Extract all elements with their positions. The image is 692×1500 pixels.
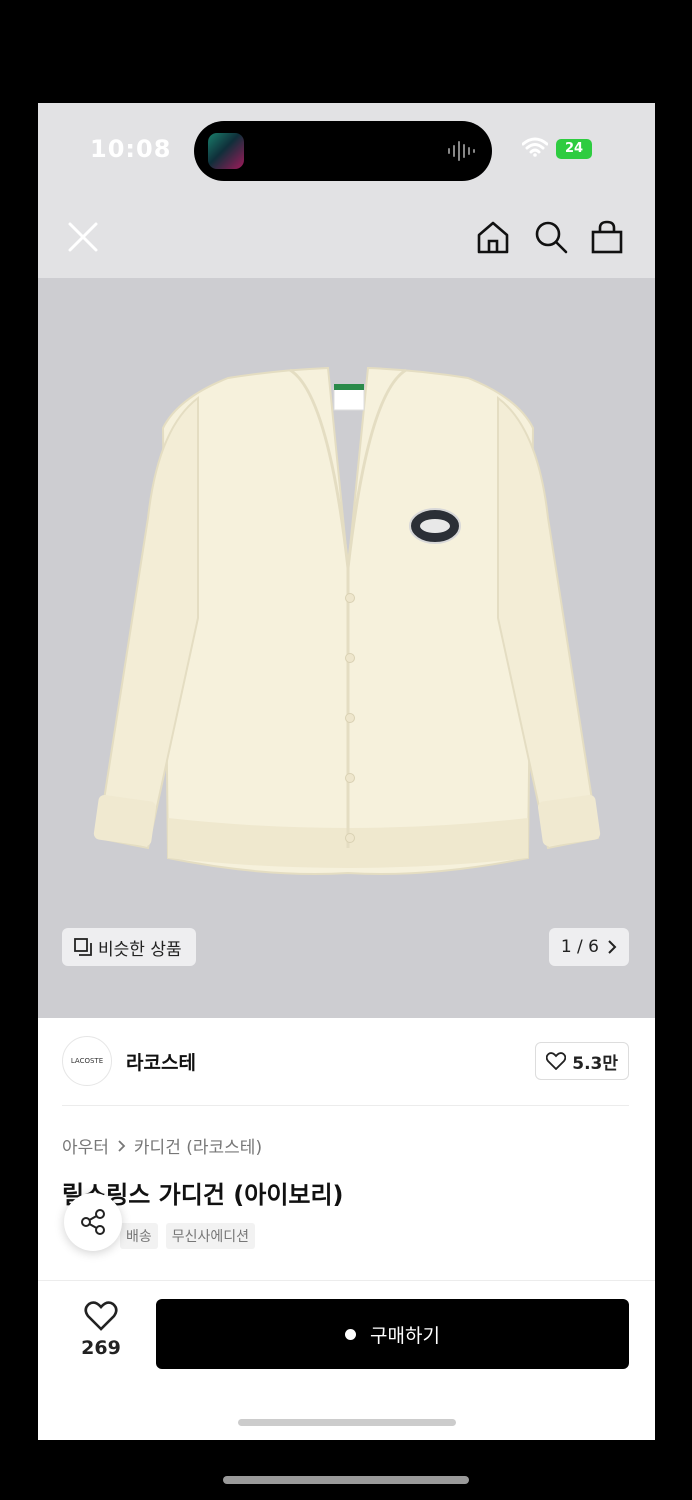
chevron-right-icon: [608, 940, 617, 954]
battery-indicator: 24: [556, 139, 592, 159]
brand-logo-text: LACOSTE: [70, 1057, 104, 1065]
search-icon[interactable]: [532, 218, 570, 256]
breadcrumb: 아우터 카디건 (라코스테): [62, 1133, 262, 1158]
heart-icon: [84, 1301, 118, 1331]
audio-wave-icon: [448, 141, 475, 161]
similar-products-button[interactable]: 비슷한 상품: [62, 928, 196, 966]
shopping-bag-icon[interactable]: [588, 218, 626, 256]
gallery-page-indicator[interactable]: 1 / 6: [548, 928, 629, 966]
phone-screen: 10:08 24 비슷한 상품 1 / 6 LACOSTE 라코스테 5.3만 …: [38, 103, 655, 1440]
share-button[interactable]: [64, 1193, 122, 1251]
home-icon[interactable]: [474, 218, 512, 256]
page-counter: 1 / 6: [560, 937, 599, 957]
product-image-gallery[interactable]: 비슷한 상품 1 / 6: [38, 278, 655, 1018]
dot-icon: [345, 1328, 357, 1340]
outer-home-indicator: [223, 1476, 469, 1484]
app-icon: [208, 133, 244, 169]
breadcrumb-item[interactable]: 아우터: [62, 1133, 109, 1158]
brand-logo[interactable]: LACOSTE: [62, 1036, 112, 1086]
home-indicator[interactable]: [238, 1419, 456, 1426]
cardigan-image: [93, 366, 601, 875]
chevron-right-icon: [118, 1139, 126, 1152]
tag: 무신사에디션: [165, 1223, 256, 1249]
brand-like-button[interactable]: 5.3만: [535, 1042, 629, 1080]
bottom-action-bar: 269 구매하기: [38, 1280, 655, 1440]
status-time: 10:08: [90, 135, 172, 163]
similar-icon: [74, 938, 92, 956]
buy-button[interactable]: 구매하기: [156, 1299, 629, 1369]
brand-like-count: 5.3만: [572, 1053, 618, 1074]
wifi-icon: [522, 137, 548, 157]
status-bar: 10:08 24: [38, 103, 655, 198]
close-icon[interactable]: [64, 218, 102, 256]
similar-products-label: 비슷한 상품: [98, 939, 182, 960]
divider: [62, 1105, 629, 1106]
favorite-count: 269: [81, 1337, 121, 1359]
share-icon: [81, 1209, 105, 1235]
top-navbar: [38, 198, 655, 278]
product-tags: 배송 무신사에디션: [120, 1223, 256, 1249]
buy-button-label: 구매하기: [370, 1324, 440, 1347]
heart-icon: [546, 1052, 567, 1070]
brand-row[interactable]: LACOSTE 라코스테 5.3만: [62, 1036, 629, 1088]
breadcrumb-item[interactable]: 카디건 (라코스테): [134, 1133, 262, 1158]
tag: 배송: [120, 1223, 158, 1249]
brand-name[interactable]: 라코스테: [126, 1048, 196, 1075]
favorite-button[interactable]: 269: [76, 1301, 126, 1359]
dynamic-island[interactable]: [194, 121, 492, 181]
